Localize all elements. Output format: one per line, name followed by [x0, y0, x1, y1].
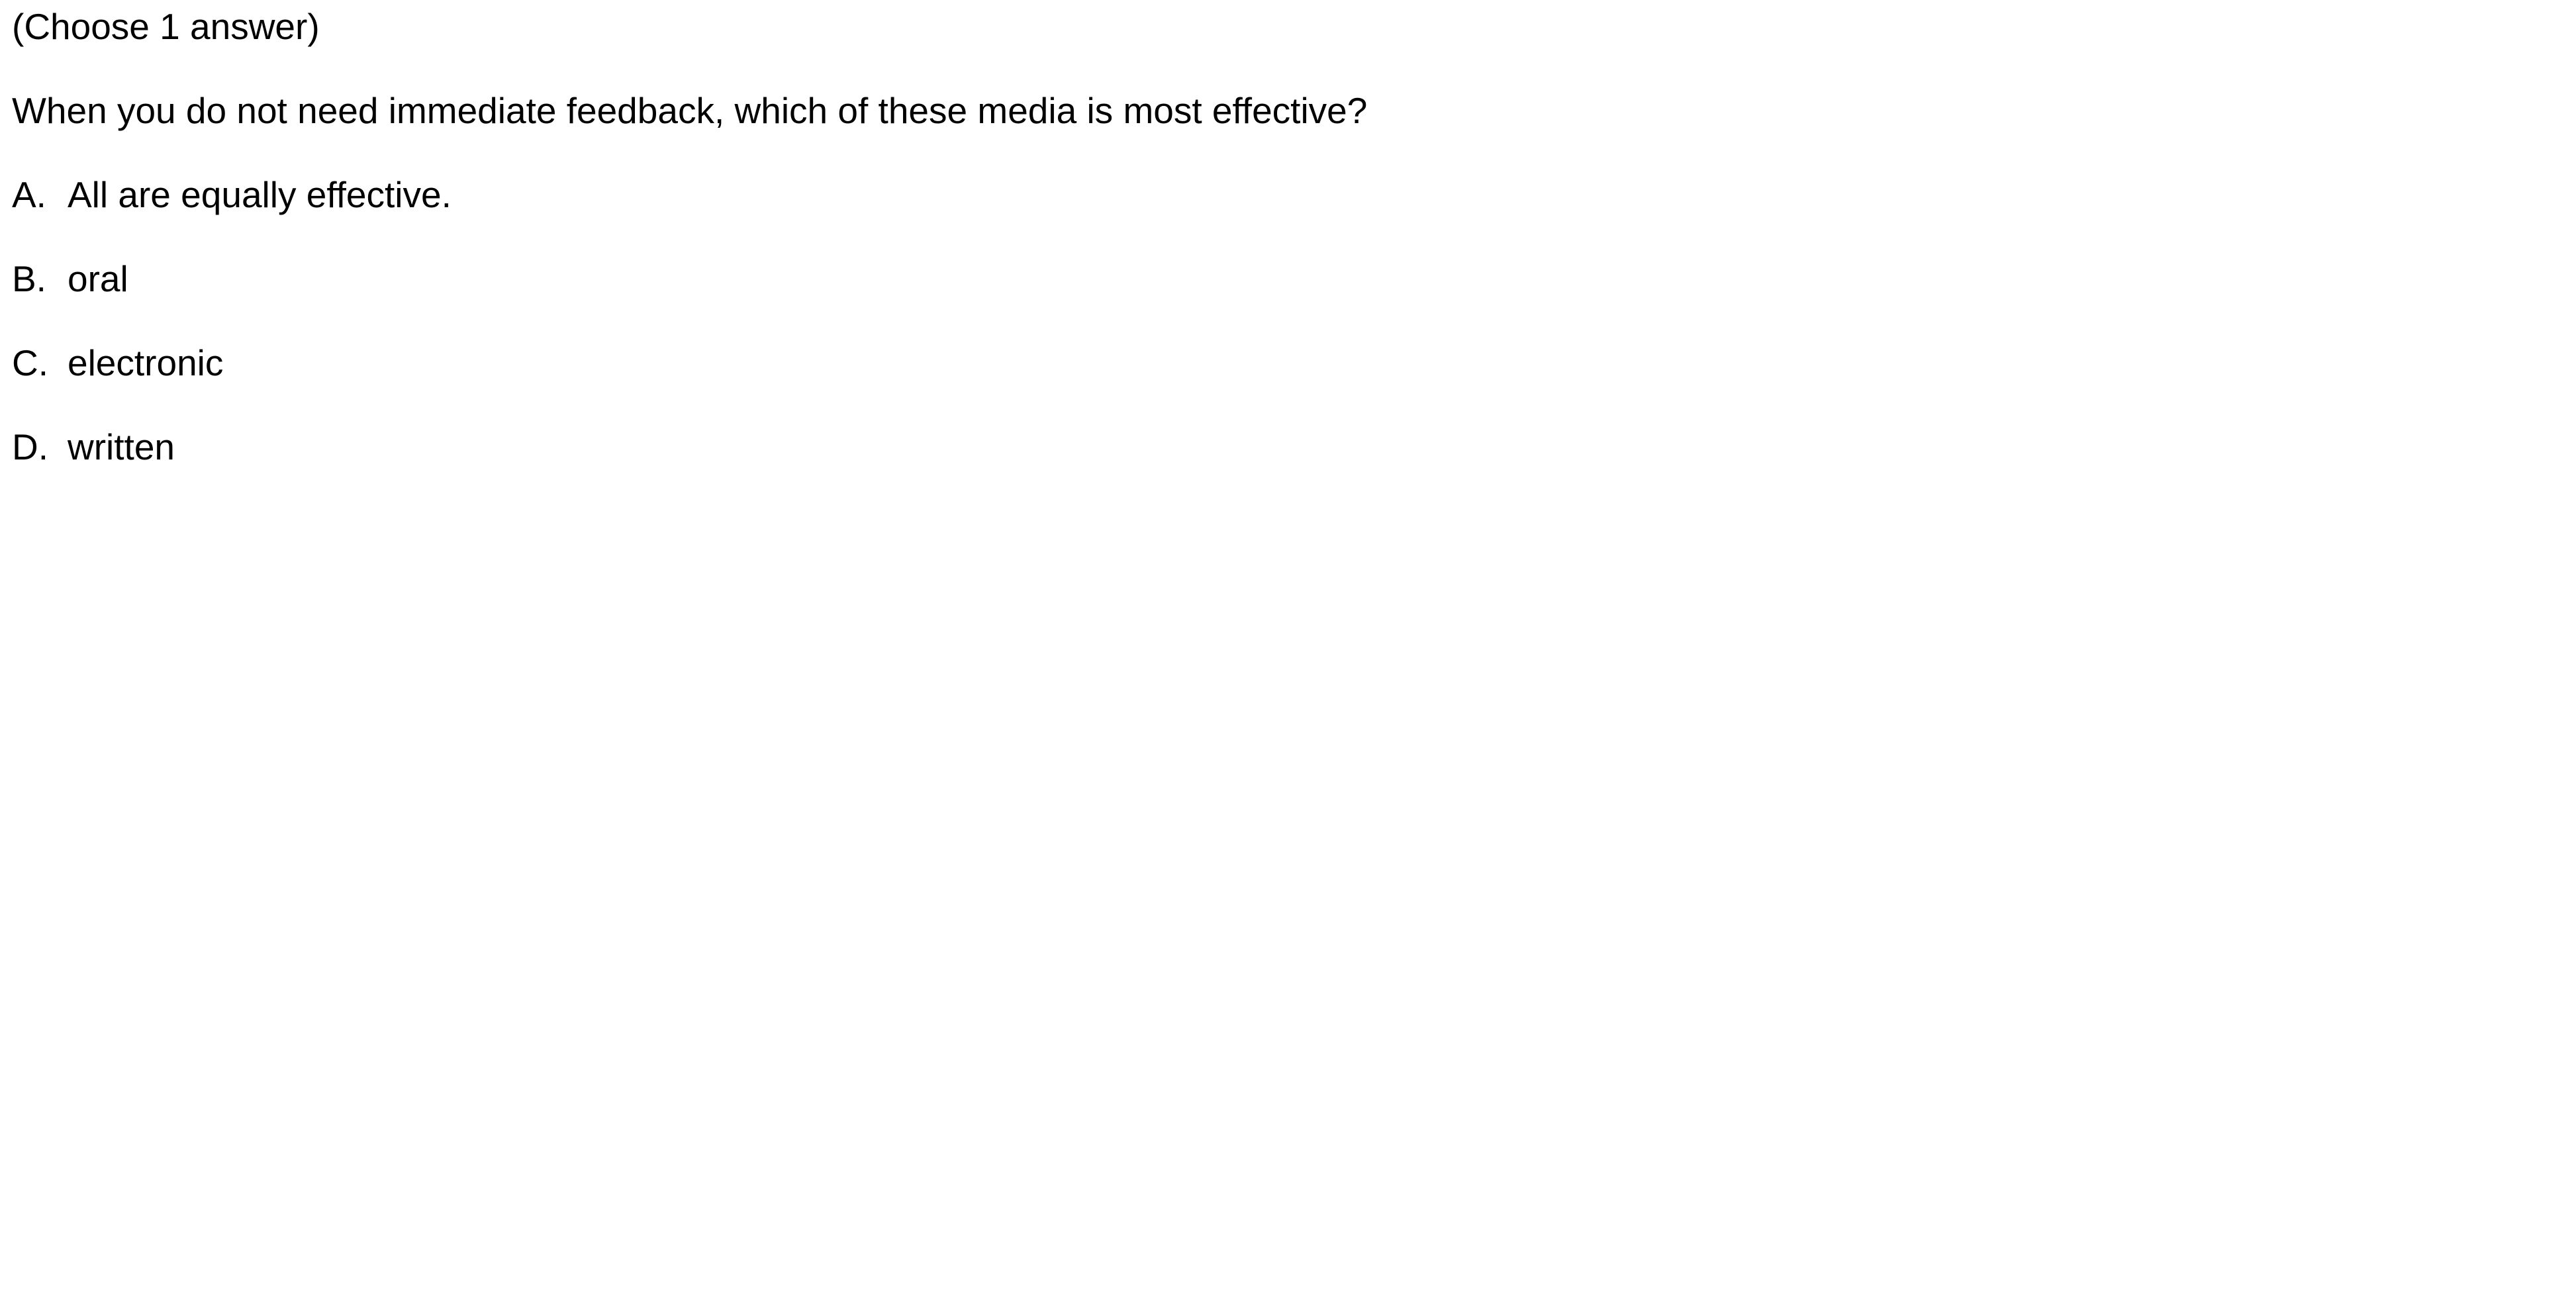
choice-text: electronic [68, 342, 224, 383]
choice-letter: C. [12, 342, 48, 383]
choice-letter: D. [12, 426, 48, 467]
answer-choice-a[interactable]: A. All are equally effective. [12, 173, 452, 258]
question-text: When you do not need immediate feedback,… [12, 90, 1368, 131]
answer-choice-c[interactable]: C. electronic [12, 342, 452, 426]
answer-choice-d[interactable]: D. written [12, 426, 452, 510]
answer-choices-list: A. All are equally effective. B. oral C.… [12, 173, 452, 510]
answer-instruction: (Choose 1 answer) [12, 6, 320, 47]
choice-letter: B. [12, 258, 46, 299]
choice-text: written [68, 426, 175, 467]
choice-text: All are equally effective. [68, 174, 452, 215]
choice-text: oral [68, 258, 128, 299]
choice-letter: A. [12, 174, 46, 215]
answer-choice-b[interactable]: B. oral [12, 258, 452, 342]
